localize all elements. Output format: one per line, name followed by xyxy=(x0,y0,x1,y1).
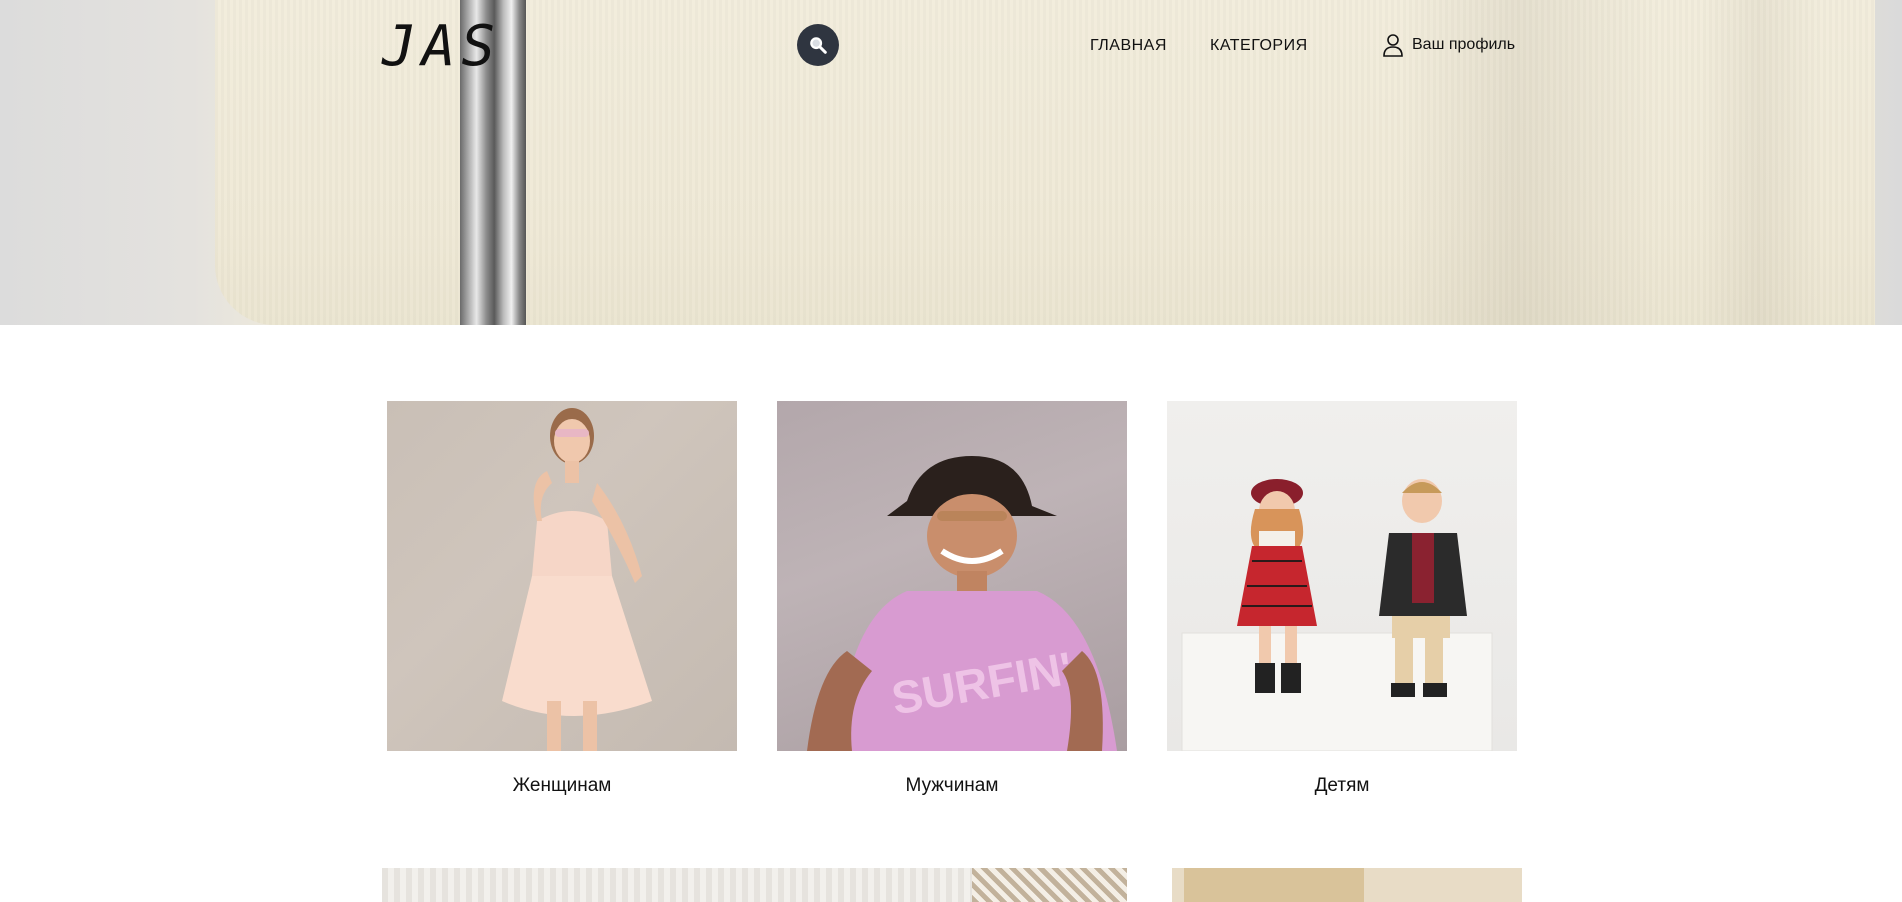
men-photo-illustration: SURFIN' xyxy=(807,456,1117,751)
profile-label: Ваш профиль xyxy=(1412,36,1516,53)
featured-image-interior[interactable] xyxy=(1172,868,1522,902)
men-category-image[interactable]: SURFIN' xyxy=(777,401,1127,751)
nav-category-link[interactable]: КАТЕГОРИЯ xyxy=(1210,37,1308,55)
wood-element xyxy=(1184,868,1364,902)
category-card-women[interactable]: Женщинам xyxy=(387,401,737,797)
category-card-kids[interactable]: Детям xyxy=(1167,401,1517,797)
site-logo[interactable]: JAS xyxy=(382,14,501,79)
women-photo-illustration xyxy=(502,408,652,751)
category-label-women[interactable]: Женщинам xyxy=(387,775,737,797)
featured-image-knitwear[interactable] xyxy=(382,868,1127,902)
kids-category-image[interactable] xyxy=(1167,401,1517,751)
user-icon xyxy=(1383,34,1403,57)
knit-texture xyxy=(972,868,1127,902)
hero-banner xyxy=(0,0,1902,325)
profile-link[interactable]: Ваш профиль xyxy=(1382,33,1515,57)
kids-photo-illustration xyxy=(1181,479,1493,751)
nav-home-link[interactable]: ГЛАВНАЯ xyxy=(1090,37,1167,55)
category-card-men[interactable]: SURFIN' Мужчинам xyxy=(777,401,1127,797)
category-label-kids[interactable]: Детям xyxy=(1167,775,1517,797)
search-button[interactable] xyxy=(797,24,839,66)
hero-fabric-fold xyxy=(1700,0,1820,325)
women-category-image[interactable] xyxy=(387,401,737,751)
category-label-men[interactable]: Мужчинам xyxy=(777,775,1127,797)
search-icon xyxy=(810,37,827,54)
